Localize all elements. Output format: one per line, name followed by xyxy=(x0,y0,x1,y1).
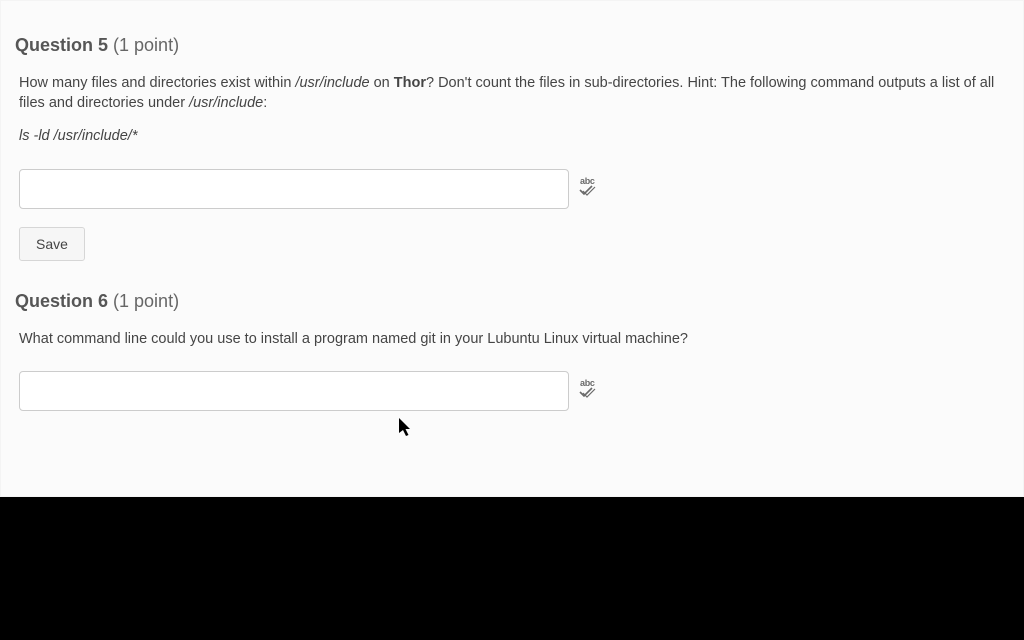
question-5-points: (1 point) xyxy=(113,35,179,55)
q5-path2-italic: /usr/include xyxy=(189,95,263,111)
q6-answer-input[interactable] xyxy=(19,371,569,411)
question-6-header: Question 6 (1 point) xyxy=(1,261,1023,312)
quiz-area: Question 5 (1 point) How many files and … xyxy=(0,0,1024,497)
q5-bold-thor: Thor xyxy=(394,75,426,91)
question-6-body: What command line could you use to insta… xyxy=(1,312,1023,350)
q5-answer-row: abc xyxy=(19,169,1023,209)
question-6-block: Question 6 (1 point) What command line c… xyxy=(1,261,1023,412)
checkmark-icon xyxy=(579,387,597,399)
spellcheck-icon[interactable]: abc xyxy=(579,380,601,402)
save-button[interactable]: Save xyxy=(19,227,85,261)
letterbox-bottom xyxy=(0,497,1024,640)
q6-text: What command line could you use to insta… xyxy=(19,331,688,347)
q5-text-mid: on xyxy=(370,75,394,91)
q5-text-pre: How many files and directories exist wit… xyxy=(19,75,295,91)
question-6-label: Question 6 xyxy=(15,291,108,311)
spellcheck-icon[interactable]: abc xyxy=(579,178,601,200)
question-6-points: (1 point) xyxy=(113,291,179,311)
question-5-body: How many files and directories exist wit… xyxy=(1,56,1023,147)
q6-answer-row: abc xyxy=(19,371,1023,411)
q5-answer-input[interactable] xyxy=(19,169,569,209)
question-5-header: Question 5 (1 point) xyxy=(1,1,1023,56)
question-5-label: Question 5 xyxy=(15,35,108,55)
cursor-arrow-icon xyxy=(399,418,413,438)
q5-save-row: Save xyxy=(19,227,1023,261)
question-5-block: Question 5 (1 point) How many files and … xyxy=(1,1,1023,261)
q5-text-end: : xyxy=(263,95,267,111)
q5-path1-italic: /usr/include xyxy=(295,75,369,91)
q5-hint-command: ls -ld /usr/include/* xyxy=(19,127,1007,147)
checkmark-icon xyxy=(579,185,597,197)
